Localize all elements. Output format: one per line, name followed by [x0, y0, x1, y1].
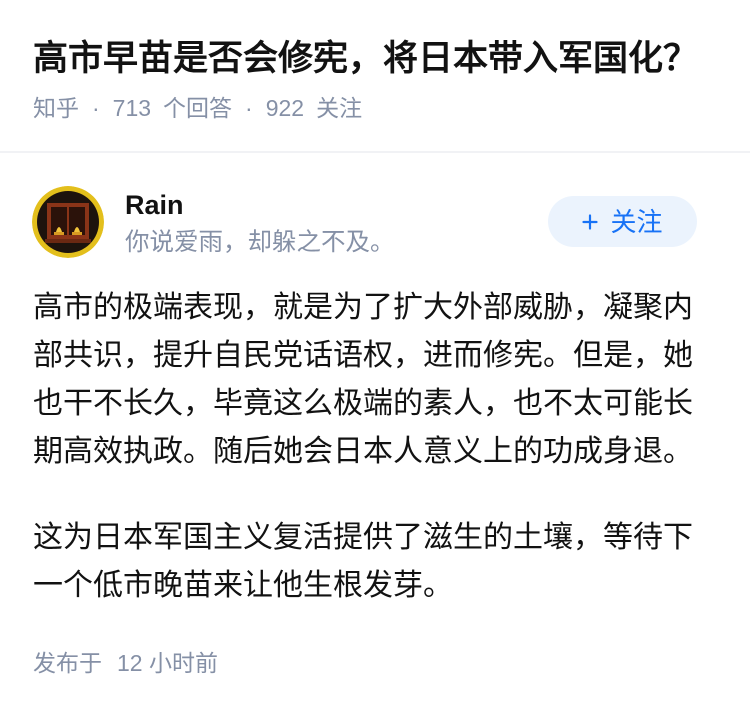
answer-paragraph: 高市的极端表现，就是为了扩大外部威胁，凝聚内部共识，提升自民党话语权，进而修宪。…	[33, 291, 693, 468]
source-label: 知乎	[33, 95, 79, 121]
author-bio: 你说爱雨，却躲之不及。	[125, 229, 395, 256]
published-time[interactable]: 12 小时前	[117, 648, 218, 678]
author-name[interactable]: Rain	[125, 188, 184, 222]
answer-paragraph: 这为日本军国主义复活提供了滋生的土壤，等待下一个低市晚苗来让他生根发芽。	[33, 521, 693, 602]
follower-count-label: 关注	[316, 95, 363, 121]
question-meta: 知乎 · 713 个回答 · 922 关注	[33, 93, 362, 123]
meta-separator: ·	[245, 95, 253, 121]
published-label: 发布于	[33, 650, 102, 676]
plus-icon	[582, 213, 599, 230]
avatar-image-icon	[32, 186, 104, 258]
divider	[0, 151, 750, 153]
answer-count: 713	[112, 95, 152, 121]
follow-button[interactable]: 关注	[548, 196, 697, 247]
answer-count-label: 个回答	[163, 95, 233, 121]
avatar[interactable]	[32, 186, 104, 258]
meta-separator: ·	[92, 95, 100, 121]
follower-count: 922	[265, 95, 305, 121]
question-title[interactable]: 高市早苗是否会修宪，将日本带入军国化？	[33, 36, 698, 82]
follow-button-label: 关注	[610, 206, 663, 237]
publish-info: 发布于 12 小时前	[33, 648, 218, 678]
